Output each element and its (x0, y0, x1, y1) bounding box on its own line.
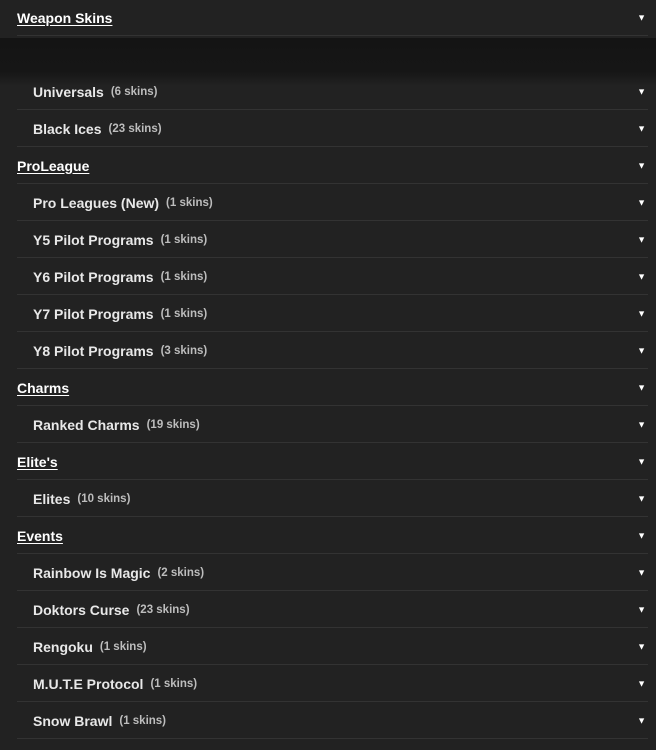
row-label-group: Y8 Pilot Programs (3 skins) (33, 333, 207, 368)
category-row-ranked-charms[interactable]: Ranked Charms (19 skins) ▼ (17, 407, 648, 443)
category-row-y5-pilot-programs[interactable]: Y5 Pilot Programs (1 skins) ▼ (17, 222, 648, 258)
category-name: Y5 Pilot Programs (33, 231, 154, 248)
category-row-y8-pilot-programs[interactable]: Y8 Pilot Programs (3 skins) ▼ (17, 333, 648, 369)
row-label-group: Universals (6 skins) (33, 74, 158, 109)
category-name: Snow Brawl (33, 712, 113, 729)
row-label-group: Rengoku (1 skins) (33, 629, 147, 664)
skin-count: (2 skins) (157, 566, 205, 579)
row-label-group: Y5 Pilot Programs (1 skins) (33, 222, 207, 257)
skin-count: (23 skins) (108, 122, 162, 135)
expand-caret-icon[interactable]: ▼ (637, 161, 646, 170)
row-label-group: Y7 Pilot Programs (1 skins) (33, 296, 207, 331)
category-name: Ranked Charms (33, 416, 140, 433)
category-row-rengoku[interactable]: Rengoku (1 skins) ▼ (17, 629, 648, 665)
skin-category-list: Weapon Skins ▼ Universals (6 skins) ▼ Black I… (0, 0, 656, 750)
category-name: Elites (33, 490, 71, 507)
skin-count: (1 skins) (160, 307, 208, 320)
skin-count: (1 skins) (119, 714, 167, 727)
category-name: Pro Leagues (New) (33, 194, 160, 211)
skin-count: (19 skins) (146, 418, 200, 431)
row-label-group: Pro Leagues (New) (1 skins) (33, 185, 213, 220)
expand-caret-icon[interactable]: ▼ (637, 494, 646, 503)
row-label-group: Elites (10 skins) (33, 481, 130, 516)
category-row-elites[interactable]: Elites (10 skins) ▼ (17, 481, 648, 517)
category-row-rainbow-is-magic[interactable]: Rainbow Is Magic (2 skins) ▼ (17, 555, 648, 591)
expand-caret-icon[interactable]: ▼ (637, 457, 646, 466)
section-title[interactable]: ProLeague (17, 158, 89, 174)
row-label-group: Y6 Pilot Programs (1 skins) (33, 259, 207, 294)
section-header-charms[interactable]: Charms ▼ (17, 370, 648, 406)
row-label-group: Rainbow Is Magic (2 skins) (33, 555, 204, 590)
row-label-group: Snow Brawl (1 skins) (33, 703, 166, 738)
category-name: M.U.T.E Protocol (33, 675, 144, 692)
section-title[interactable]: Weapon Skins (17, 10, 112, 26)
section-header-proleague[interactable]: ProLeague ▼ (17, 148, 648, 184)
category-row-y7-pilot-programs[interactable]: Y7 Pilot Programs (1 skins) ▼ (17, 296, 648, 332)
skin-count: (1 skins) (160, 270, 208, 283)
skin-count: (1 skins) (99, 640, 147, 653)
category-name: Universals (33, 83, 104, 100)
skin-count: (3 skins) (160, 344, 208, 357)
expand-caret-icon[interactable]: ▼ (637, 605, 646, 614)
expand-caret-icon[interactable]: ▼ (637, 87, 646, 96)
row-label-group: Doktors Curse (23 skins) (33, 592, 190, 627)
expand-caret-icon[interactable]: ▼ (637, 420, 646, 429)
expand-caret-icon[interactable]: ▼ (637, 124, 646, 133)
row-label-group: Elite's (17, 444, 58, 479)
skin-count: (1 skins) (160, 233, 208, 246)
section-header-elite-s[interactable]: Elite's ▼ (17, 444, 648, 480)
expand-caret-icon[interactable]: ▼ (637, 309, 646, 318)
expand-caret-icon[interactable]: ▼ (637, 13, 646, 22)
category-name: Y6 Pilot Programs (33, 268, 154, 285)
section-title[interactable]: Elite's (17, 454, 58, 470)
expand-caret-icon[interactable]: ▼ (637, 531, 646, 540)
category-row-pro-leagues-new[interactable]: Pro Leagues (New) (1 skins) ▼ (17, 185, 648, 221)
category-name: Black Ices (33, 120, 102, 137)
category-name: Y7 Pilot Programs (33, 305, 154, 322)
row-label-group: Charms (17, 370, 69, 405)
category-row-snow-brawl[interactable]: Snow Brawl (1 skins) ▼ (17, 703, 648, 739)
expand-caret-icon[interactable]: ▼ (637, 383, 646, 392)
skin-count: (1 skins) (166, 196, 213, 209)
expand-caret-icon[interactable]: ▼ (637, 346, 646, 355)
category-row-universals[interactable]: Universals (6 skins) ▼ (17, 74, 648, 110)
row-label-group: Ranked Charms (19 skins) (33, 407, 200, 442)
category-name: Rengoku (33, 638, 93, 655)
row-label-group: ProLeague (17, 148, 89, 183)
category-row-black-ices[interactable]: Black Ices (23 skins) ▼ (17, 111, 648, 147)
expand-caret-icon[interactable]: ▼ (637, 198, 646, 207)
section-title[interactable]: Charms (17, 380, 69, 396)
row-label-group: M.U.T.E Protocol (1 skins) (33, 666, 197, 701)
category-row-y6-pilot-programs[interactable]: Y6 Pilot Programs (1 skins) ▼ (17, 259, 648, 295)
expand-caret-icon[interactable]: ▼ (637, 679, 646, 688)
expand-caret-icon[interactable]: ▼ (637, 235, 646, 244)
category-row-m-u-t-e-protocol[interactable]: M.U.T.E Protocol (1 skins) ▼ (17, 666, 648, 702)
skin-count: (10 skins) (77, 492, 131, 505)
section-header-events[interactable]: Events ▼ (17, 518, 648, 554)
category-name: Rainbow Is Magic (33, 564, 151, 581)
skin-count: (6 skins) (110, 85, 158, 98)
row-label-group: Black Ices (23 skins) (33, 111, 162, 146)
row-label-group: Events (17, 518, 63, 553)
category-row-doktors-curse[interactable]: Doktors Curse (23 skins) ▼ (17, 592, 648, 628)
section-header-weapon-skins[interactable]: Weapon Skins ▼ (17, 0, 648, 36)
category-name: Y8 Pilot Programs (33, 342, 154, 359)
skin-count: (1 skins) (150, 677, 198, 690)
expand-caret-icon[interactable]: ▼ (637, 716, 646, 725)
category-name: Doktors Curse (33, 601, 130, 618)
expand-caret-icon[interactable]: ▼ (637, 642, 646, 651)
row-label-group: Weapon Skins (17, 0, 112, 35)
section-title[interactable]: Events (17, 528, 63, 544)
skin-count: (23 skins) (136, 603, 190, 616)
expand-caret-icon[interactable]: ▼ (637, 272, 646, 281)
expand-caret-icon[interactable]: ▼ (637, 568, 646, 577)
